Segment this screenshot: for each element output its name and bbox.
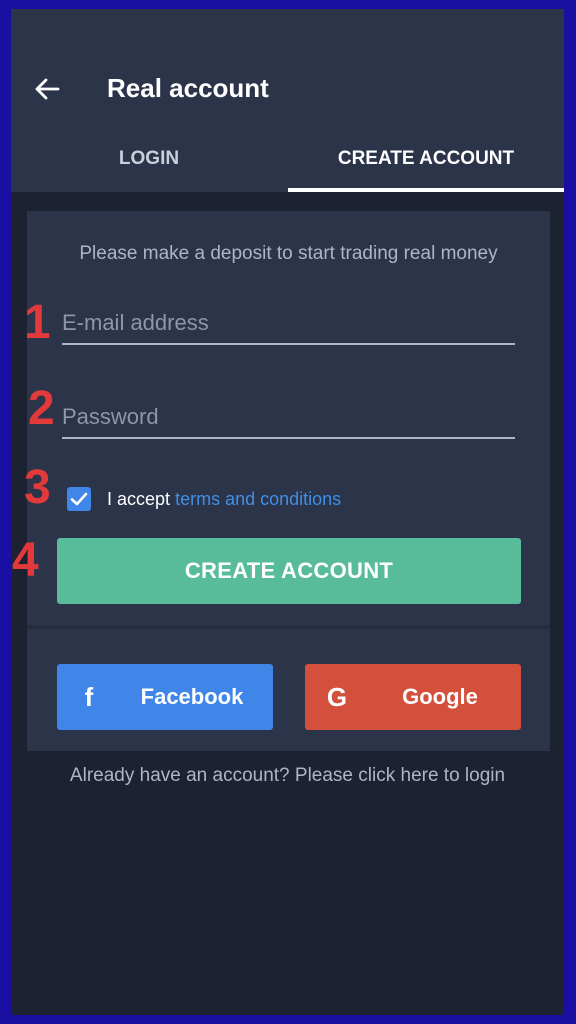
facebook-login-button[interactable]: f Facebook	[57, 664, 273, 730]
annotation-step-4: 4	[12, 534, 39, 587]
tab-create-account[interactable]: CREATE ACCOUNT	[288, 147, 564, 192]
google-icon: G	[326, 682, 348, 712]
section-divider	[27, 625, 550, 629]
page-title: Real account	[107, 73, 269, 103]
checkmark-icon	[70, 492, 88, 506]
accept-terms-text: I accept terms and conditions	[107, 487, 341, 511]
annotation-step-2: 2	[28, 382, 55, 435]
facebook-label: Facebook	[140, 684, 244, 709]
active-tab-indicator	[288, 188, 564, 192]
annotation-step-3: 3	[24, 461, 51, 514]
accept-prefix: I accept	[107, 489, 171, 509]
app-screen: Real account LOGIN CREATE ACCOUNT Please…	[11, 9, 564, 1015]
deposit-subtitle: Please make a deposit to start trading r…	[79, 243, 498, 264]
email-field[interactable]	[62, 303, 515, 345]
accept-terms-checkbox[interactable]	[67, 487, 91, 511]
google-label: Google	[402, 684, 478, 709]
create-account-button[interactable]: CREATE ACCOUNT	[57, 538, 521, 604]
facebook-icon: f	[84, 682, 94, 712]
tab-login[interactable]: LOGIN	[11, 147, 287, 192]
terms-and-conditions-link[interactable]: terms and conditions	[175, 489, 341, 509]
app-bar: Real account LOGIN CREATE ACCOUNT	[11, 9, 564, 192]
google-login-button[interactable]: G Google	[305, 664, 521, 730]
back-arrow-icon[interactable]	[33, 75, 61, 103]
password-field[interactable]	[62, 397, 515, 439]
create-account-card: Please make a deposit to start trading r…	[27, 211, 550, 751]
login-link[interactable]: Already have an account? Please click he…	[11, 765, 564, 787]
annotation-step-1: 1	[24, 296, 51, 349]
